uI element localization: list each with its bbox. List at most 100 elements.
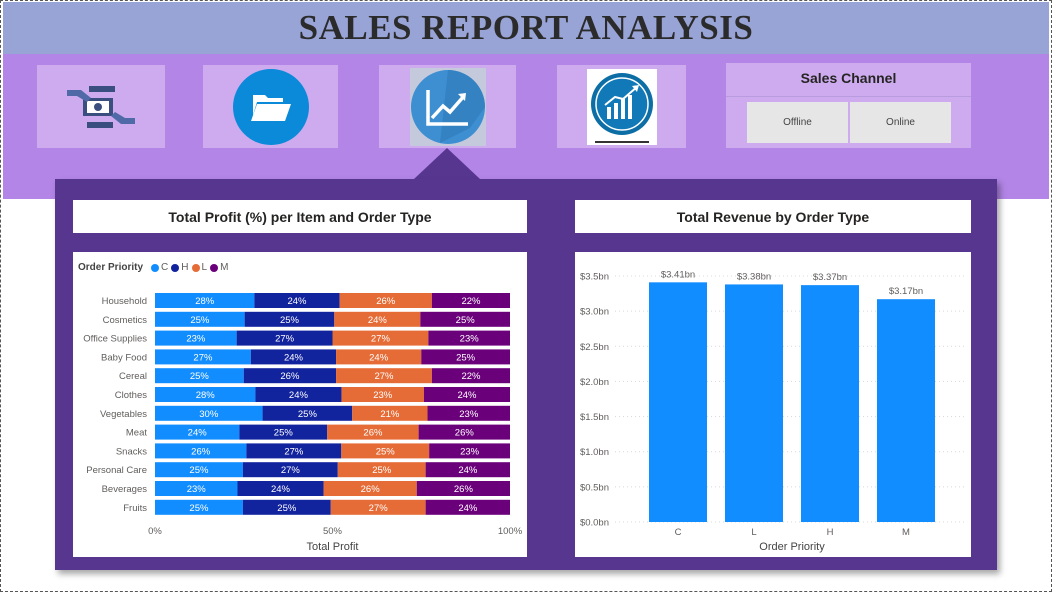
nav-tile-trend[interactable] [379, 65, 516, 148]
x-tick-label: 100% [498, 526, 523, 537]
online-button[interactable]: Online [850, 102, 951, 143]
segment-data-label: 26% [191, 446, 211, 457]
x-category-label: C [675, 527, 682, 538]
bar-data-label: $3.17bn [889, 286, 923, 297]
segment-data-label: 25% [190, 371, 210, 382]
segment-data-label: 27% [281, 465, 301, 476]
slicer-divider [726, 96, 971, 97]
x-category-label: H [827, 527, 834, 538]
category-label: Cereal [119, 371, 147, 382]
segment-data-label: 23% [187, 484, 207, 495]
x-tick-label: 0% [148, 526, 162, 537]
segment-data-label: 24% [368, 315, 388, 326]
segment-data-label: 23% [373, 390, 393, 401]
category-label: Fruits [123, 503, 147, 514]
segment-data-label: 25% [298, 409, 318, 420]
segment-data-label: 23% [460, 446, 480, 457]
segment-data-label: 27% [275, 334, 295, 345]
nav-tile-growth[interactable] [557, 65, 686, 148]
segment-data-label: 30% [199, 409, 219, 420]
profit-stacked-bar-chart: Household 28% 24% 26% 22% Cosmetics 25% 25% 24% 2… [83, 293, 523, 553]
segment-data-label: 28% [196, 390, 216, 401]
active-tile-pointer [414, 148, 480, 179]
segment-data-label: 24% [271, 484, 291, 495]
segment-data-label: 26% [454, 484, 474, 495]
segment-data-label: 21% [380, 409, 400, 420]
category-label: Cosmetics [103, 315, 148, 326]
y-tick-label: $2.0bn [580, 377, 609, 388]
x-tick-label: 50% [323, 526, 343, 537]
segment-data-label: 25% [189, 503, 209, 514]
offline-button[interactable]: Offline [747, 102, 848, 143]
category-label: Clothes [115, 390, 147, 401]
money-exchange-icon [67, 85, 135, 128]
segment-data-label: 25% [280, 315, 300, 326]
segment-data-label: 26% [361, 484, 381, 495]
sales-channel-slicer: Sales Channel Offline Online [726, 63, 971, 148]
revenue-bar[interactable] [877, 299, 935, 522]
segment-data-label: 22% [461, 371, 481, 382]
title-bar: SALES REPORT ANALYSIS [3, 2, 1049, 54]
revenue-bar[interactable] [801, 285, 859, 522]
slicer-title: Sales Channel [800, 70, 897, 86]
segment-data-label: 24% [284, 352, 304, 363]
bar-data-label: $3.37bn [813, 272, 847, 283]
report-title: SALES REPORT ANALYSIS [298, 8, 754, 47]
segment-data-label: 27% [369, 503, 389, 514]
growth-chart-icon [586, 68, 657, 145]
segment-data-label: 24% [458, 503, 478, 514]
revenue-chart-title: Total Revenue by Order Type [575, 200, 971, 233]
segment-data-label: 25% [456, 315, 476, 326]
nav-tile-folder[interactable] [203, 65, 338, 148]
segment-data-label: 24% [369, 352, 389, 363]
y-tick-label: $0.5bn [580, 482, 609, 493]
revenue-bar-chart: $0.0bn $0.5bn $1.0bn $1.5bn $2.0bn $2.5bn $3.0… [580, 269, 965, 553]
category-label: Baby Food [101, 352, 147, 363]
segment-data-label: 25% [274, 428, 294, 439]
segment-data-label: 25% [277, 503, 297, 514]
segment-data-label: 27% [371, 334, 391, 345]
segment-data-label: 27% [374, 371, 394, 382]
revenue-bar[interactable] [649, 282, 707, 522]
category-label: Household [102, 296, 147, 307]
category-label: Beverages [102, 484, 148, 495]
segment-data-label: 28% [195, 296, 215, 307]
segment-data-label: 23% [186, 334, 206, 345]
y-tick-label: $3.0bn [580, 307, 609, 318]
bar-data-label: $3.38bn [737, 271, 771, 282]
category-label: Personal Care [86, 465, 147, 476]
segment-data-label: 25% [376, 446, 396, 457]
nav-tile-money[interactable] [37, 65, 165, 148]
segment-data-label: 22% [461, 296, 481, 307]
x-category-label: M [902, 527, 910, 538]
segment-data-label: 26% [376, 296, 396, 307]
x-category-label: L [751, 527, 756, 538]
segment-data-label: 27% [193, 352, 213, 363]
segment-data-label: 25% [456, 352, 476, 363]
trend-chart-icon [409, 67, 486, 146]
segment-data-label: 24% [457, 390, 477, 401]
segment-data-label: 26% [280, 371, 300, 382]
x-axis-title: Total Profit [307, 541, 359, 553]
y-tick-label: $0.0bn [580, 518, 609, 529]
segment-data-label: 25% [190, 315, 210, 326]
category-label: Meat [126, 428, 147, 439]
segment-data-label: 24% [289, 390, 309, 401]
y-tick-label: $2.5bn [580, 342, 609, 353]
segment-data-label: 23% [460, 334, 480, 345]
profit-chart-title: Total Profit (%) per Item and Order Type [73, 200, 527, 233]
segment-data-label: 27% [284, 446, 304, 457]
y-tick-label: $3.5bn [580, 272, 609, 283]
segment-data-label: 25% [372, 465, 392, 476]
segment-data-label: 24% [458, 465, 478, 476]
y-tick-label: $1.5bn [580, 412, 609, 423]
folder-icon [232, 68, 309, 145]
y-tick-label: $1.0bn [580, 447, 609, 458]
category-label: Vegetables [100, 409, 147, 420]
bar-data-label: $3.41bn [661, 269, 695, 280]
revenue-bar[interactable] [725, 284, 783, 522]
category-label: Snacks [116, 446, 147, 457]
segment-data-label: 26% [455, 428, 475, 439]
segment-data-label: 26% [363, 428, 383, 439]
segment-data-label: 25% [189, 465, 209, 476]
